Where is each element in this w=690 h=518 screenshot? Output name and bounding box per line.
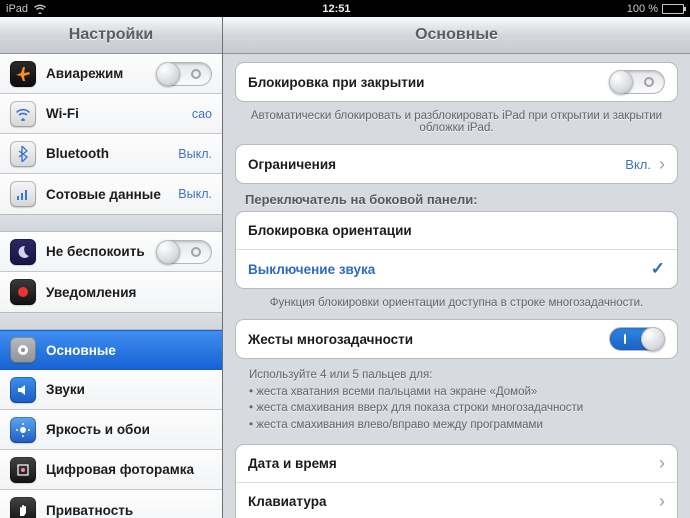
sidebar-item-label: Звуки bbox=[46, 382, 212, 397]
chevron-right-icon: › bbox=[659, 454, 665, 472]
sidebar-item-sounds[interactable]: Звуки bbox=[0, 370, 222, 410]
status-time: 12:51 bbox=[46, 3, 627, 15]
sidebar-item-label: Приватность bbox=[46, 503, 212, 518]
sidebar-item-dnd[interactable]: Не беспокоить bbox=[0, 232, 222, 272]
cellular-icon bbox=[10, 181, 36, 207]
speaker-icon bbox=[10, 377, 36, 403]
multitasking-hint: Используйте 4 или 5 пальцев для: • жеста… bbox=[249, 367, 664, 434]
wifi-icon bbox=[34, 3, 46, 15]
row-mute[interactable]: Выключение звука ✓ bbox=[236, 250, 677, 288]
sidebar-item-privacy[interactable]: Приватность bbox=[0, 490, 222, 518]
status-bar: iPad 12:51 100 % bbox=[0, 0, 690, 17]
sidebar-item-label: Сотовые данные bbox=[46, 187, 168, 202]
lock-on-close-switch[interactable] bbox=[609, 70, 665, 94]
sidebar-item-label: Авиарежим bbox=[46, 66, 146, 81]
gear-icon bbox=[10, 337, 36, 363]
settings-sidebar: Настройки Авиарежим Wi-Fi cao Bluetooth bbox=[0, 17, 223, 518]
battery-icon bbox=[662, 4, 684, 14]
detail-pane: Основные Блокировка при закрытии Автомат… bbox=[223, 17, 690, 518]
sidebar-item-general[interactable]: Основные bbox=[0, 330, 222, 370]
group-separator bbox=[0, 214, 222, 232]
chevron-right-icon: › bbox=[659, 492, 665, 510]
sidebar-item-cellular[interactable]: Сотовые данные Выкл. bbox=[0, 174, 222, 214]
sidebar-item-airplane[interactable]: Авиарежим bbox=[0, 54, 222, 94]
multitasking-switch[interactable] bbox=[609, 327, 665, 351]
row-label: Жесты многозадачности bbox=[248, 332, 609, 347]
row-datetime[interactable]: Дата и время › bbox=[236, 445, 677, 483]
row-label: Клавиатура bbox=[248, 494, 659, 509]
sidebar-item-frame[interactable]: Цифровая фоторамка bbox=[0, 450, 222, 490]
side-switch-title: Переключатель на боковой панели: bbox=[245, 192, 668, 207]
row-lock-rotation[interactable]: Блокировка ориентации bbox=[236, 212, 677, 250]
sidebar-title: Настройки bbox=[0, 17, 222, 54]
hint-line: • жеста смахивания влево/вправо между пр… bbox=[249, 417, 664, 434]
side-switch-note: Функция блокировки ориентации доступна в… bbox=[241, 297, 672, 309]
row-label: Ограничения bbox=[248, 157, 625, 172]
sidebar-item-value: cao bbox=[192, 107, 212, 121]
sidebar-item-notifications[interactable]: Уведомления bbox=[0, 272, 222, 312]
device-label: iPad bbox=[6, 3, 28, 15]
sidebar-item-brightness[interactable]: Яркость и обои bbox=[0, 410, 222, 450]
hand-icon bbox=[10, 497, 36, 518]
row-restrictions[interactable]: Ограничения Вкл. › bbox=[236, 145, 677, 183]
sidebar-item-value: Выкл. bbox=[178, 147, 212, 161]
row-label: Блокировка при закрытии bbox=[248, 75, 609, 90]
bluetooth-icon bbox=[10, 141, 36, 167]
row-label: Выключение звука bbox=[248, 262, 651, 277]
battery-text: 100 % bbox=[627, 3, 658, 15]
wifi-app-icon bbox=[10, 101, 36, 127]
sidebar-item-label: Основные bbox=[46, 343, 212, 358]
notifications-icon bbox=[10, 279, 36, 305]
check-icon: ✓ bbox=[651, 259, 665, 279]
hint-line: • жеста смахивания вверх для показа стро… bbox=[249, 400, 664, 417]
airplane-icon bbox=[10, 61, 36, 87]
row-multitasking[interactable]: Жесты многозадачности bbox=[236, 320, 677, 358]
brightness-icon bbox=[10, 417, 36, 443]
sidebar-item-label: Яркость и обои bbox=[46, 422, 212, 437]
dnd-switch[interactable] bbox=[156, 240, 212, 264]
airplane-switch[interactable] bbox=[156, 62, 212, 86]
lock-note: Автоматически блокировать и разблокирова… bbox=[241, 110, 672, 134]
sidebar-item-label: Цифровая фоторамка bbox=[46, 462, 212, 477]
row-label: Блокировка ориентации bbox=[248, 223, 665, 238]
sidebar-item-value: Выкл. bbox=[178, 187, 212, 201]
sidebar-item-bluetooth[interactable]: Bluetooth Выкл. bbox=[0, 134, 222, 174]
hint-line: • жеста хватания всеми пальцами на экран… bbox=[249, 384, 664, 401]
hint-line: Используйте 4 или 5 пальцев для: bbox=[249, 367, 664, 384]
sidebar-item-label: Уведомления bbox=[46, 285, 212, 300]
sidebar-item-label: Wi-Fi bbox=[46, 106, 182, 121]
detail-title: Основные bbox=[223, 17, 690, 54]
group-separator bbox=[0, 312, 222, 330]
row-keyboard[interactable]: Клавиатура › bbox=[236, 483, 677, 518]
sidebar-item-label: Не беспокоить bbox=[46, 244, 146, 259]
row-label: Дата и время bbox=[248, 456, 659, 471]
row-lock-on-close[interactable]: Блокировка при закрытии bbox=[236, 63, 677, 101]
sidebar-item-wifi[interactable]: Wi-Fi cao bbox=[0, 94, 222, 134]
moon-icon bbox=[10, 239, 36, 265]
photo-frame-icon bbox=[10, 457, 36, 483]
row-value: Вкл. bbox=[625, 157, 651, 172]
sidebar-item-label: Bluetooth bbox=[46, 146, 168, 161]
chevron-right-icon: › bbox=[659, 155, 665, 173]
